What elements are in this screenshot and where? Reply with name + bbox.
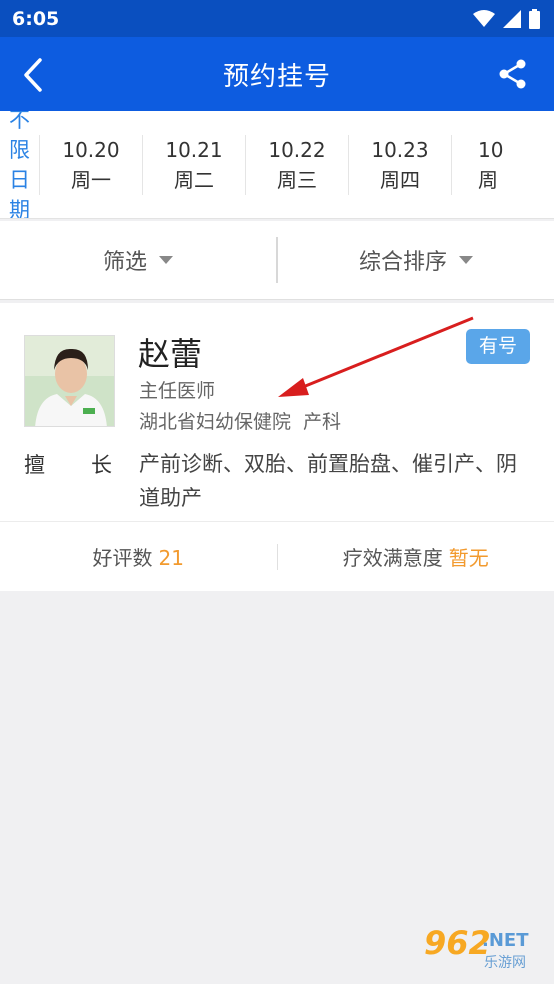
status-bar: 6:05 bbox=[0, 0, 554, 37]
department-name: 产科 bbox=[303, 411, 342, 433]
date-tab-3[interactable]: 10.22 周三 bbox=[245, 134, 348, 195]
doctor-name: 赵蕾 bbox=[138, 335, 203, 373]
date-tab-weekday: 周 bbox=[478, 167, 498, 192]
doctor-card[interactable]: 赵蕾 有号 主任医师 湖北省妇幼保健院 产科 擅长 产前诊断、双胎、前置胎盘、催引… bbox=[0, 303, 554, 591]
date-tab-weekday: 周四 bbox=[380, 167, 420, 192]
watermark-sub: 乐游网 bbox=[484, 955, 526, 971]
page-title: 预约挂号 bbox=[222, 61, 331, 92]
rating-value: 21 bbox=[158, 546, 184, 570]
doctor-hospital-line: 湖北省妇幼保健院 产科 bbox=[139, 407, 341, 434]
caret-down-icon bbox=[459, 256, 473, 264]
rating-stat: 好评数 21 bbox=[0, 542, 277, 571]
availability-badge: 有号 bbox=[466, 329, 530, 364]
app-header: 预约挂号 bbox=[0, 37, 554, 111]
filter-bar: 筛选 综合排序 bbox=[0, 221, 554, 300]
hospital-name: 湖北省妇幼保健院 bbox=[139, 411, 292, 433]
filter-label: 筛选 bbox=[102, 250, 147, 275]
doctor-avatar bbox=[24, 335, 115, 427]
rating-label: 好评数 bbox=[92, 546, 153, 570]
watermark-net: .NET bbox=[482, 930, 529, 951]
share-icon[interactable] bbox=[498, 59, 528, 89]
back-arrow-icon[interactable] bbox=[18, 57, 48, 93]
date-unlimited-tab[interactable]: 不限 日期 bbox=[0, 111, 39, 219]
sort-label: 综合排序 bbox=[358, 250, 447, 275]
status-icons bbox=[473, 8, 540, 29]
date-unlimited-line1: 不限 bbox=[9, 111, 30, 162]
date-tab-2[interactable]: 10.21 周二 bbox=[142, 134, 245, 195]
date-tab-4[interactable]: 10.23 周四 bbox=[348, 134, 451, 195]
watermark-logo: 962 .NET 乐游网 bbox=[406, 924, 546, 976]
status-time: 6:05 bbox=[12, 7, 60, 30]
filter-dropdown[interactable]: 筛选 bbox=[0, 244, 276, 276]
battery-icon bbox=[529, 8, 540, 29]
date-tab-date: 10.21 bbox=[165, 137, 223, 162]
signal-icon bbox=[503, 9, 521, 28]
date-tab-date: 10 bbox=[478, 137, 504, 162]
satisfaction-stat: 疗效满意度 暂无 bbox=[278, 542, 554, 571]
date-tab-date: 10.23 bbox=[371, 137, 429, 162]
date-tab-date: 10.22 bbox=[268, 137, 326, 162]
watermark-number: 962 bbox=[424, 924, 491, 962]
satisfaction-label: 疗效满意度 bbox=[342, 546, 443, 570]
date-unlimited-line2: 日期 bbox=[9, 167, 30, 219]
date-tab-date: 10.20 bbox=[62, 137, 120, 162]
date-tab-weekday: 周一 bbox=[71, 167, 111, 192]
doctor-stats: 好评数 21 疗效满意度 暂无 bbox=[0, 521, 554, 591]
satisfaction-value: 暂无 bbox=[448, 546, 489, 570]
date-tab-weekday: 周三 bbox=[277, 167, 317, 192]
date-tab-1[interactable]: 10.20 周一 bbox=[39, 134, 142, 195]
specialty-text: 产前诊断、双胎、前置胎盘、催引产、阴道助产 bbox=[139, 452, 517, 510]
date-selector: 不限 日期 10.20 周一 10.21 周二 10.22 周三 10.23 周… bbox=[0, 111, 554, 219]
date-tab-5[interactable]: 10 周 bbox=[451, 134, 554, 195]
specialty-label: 擅长 bbox=[24, 453, 158, 477]
sort-dropdown[interactable]: 综合排序 bbox=[278, 244, 554, 276]
doctor-rank: 主任医师 bbox=[139, 380, 216, 402]
caret-down-icon bbox=[159, 256, 173, 264]
wifi-icon bbox=[473, 9, 495, 27]
date-tab-weekday: 周二 bbox=[174, 167, 214, 192]
